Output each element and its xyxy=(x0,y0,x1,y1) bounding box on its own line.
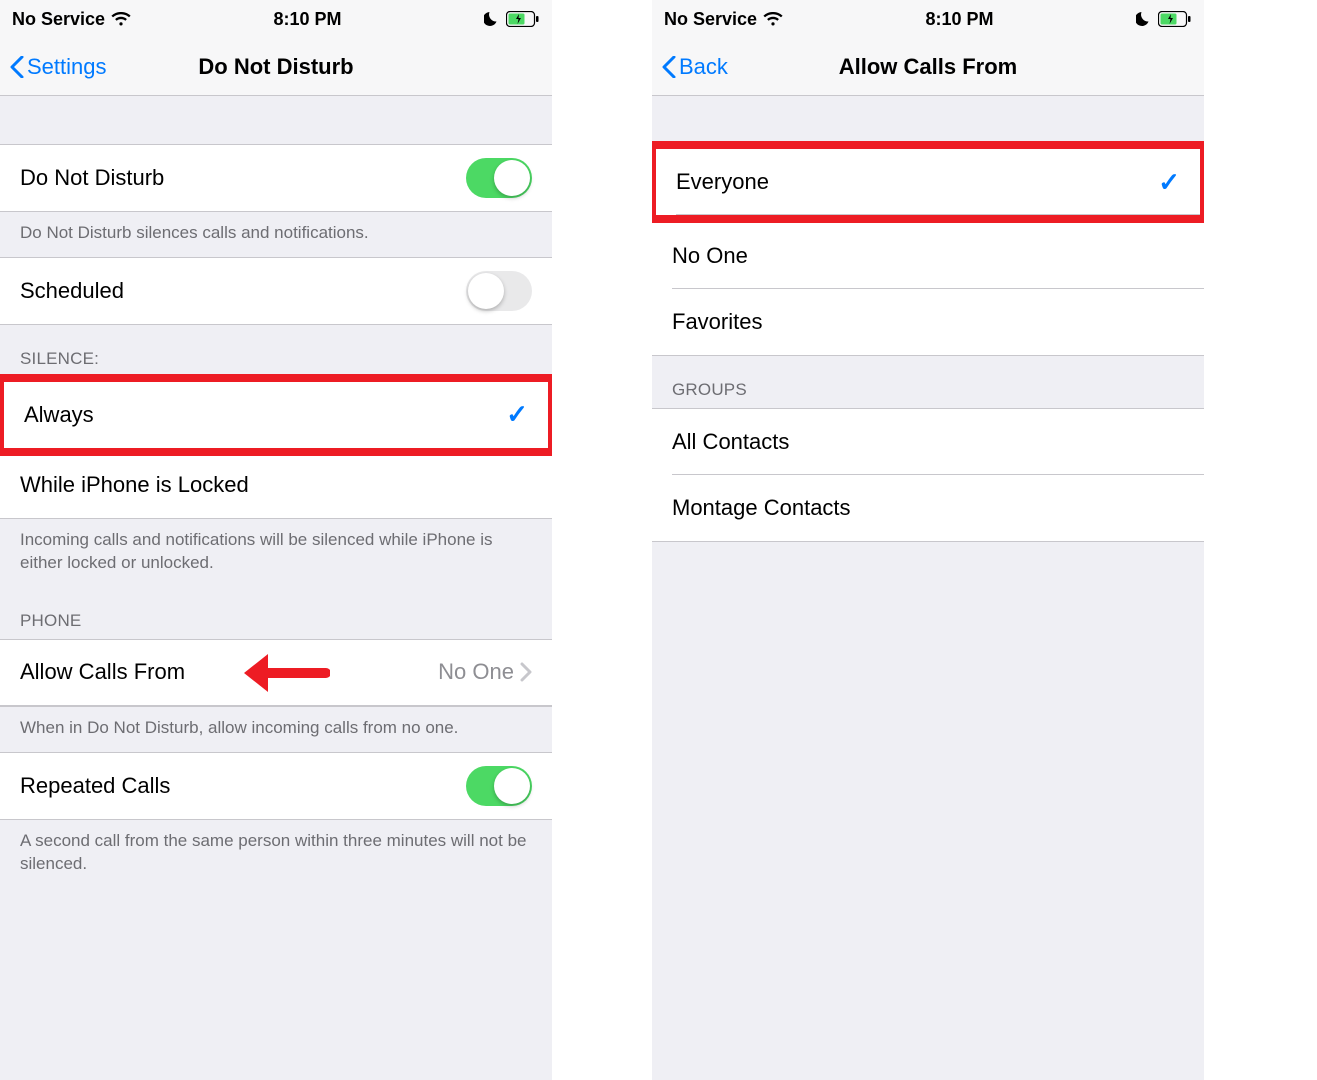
wifi-icon xyxy=(763,12,783,27)
battery-icon xyxy=(1158,11,1192,27)
allow-calls-row[interactable]: Allow Calls From No One xyxy=(0,640,552,706)
allow-calls-value: No One xyxy=(438,659,514,685)
group-montage-contacts-label: Montage Contacts xyxy=(672,495,1184,521)
allow-from-group: Everyone ✓ No One Favorites xyxy=(652,144,1204,356)
option-everyone-label: Everyone xyxy=(676,169,1158,195)
repeated-label: Repeated Calls xyxy=(20,773,466,799)
scheduled-group: Scheduled xyxy=(0,257,552,325)
dnd-group: Do Not Disturb xyxy=(0,144,552,212)
annotation-box-always: Always ✓ xyxy=(0,374,552,456)
allow-calls-label: Allow Calls From xyxy=(20,659,438,685)
group-all-contacts-label: All Contacts xyxy=(672,429,1184,455)
silence-always-label: Always xyxy=(24,402,506,428)
dnd-label: Do Not Disturb xyxy=(20,165,466,191)
status-bar: No Service 8:10 PM xyxy=(652,0,1204,38)
scheduled-row[interactable]: Scheduled xyxy=(0,258,552,324)
option-no-one-label: No One xyxy=(672,243,1184,269)
status-right xyxy=(1136,11,1192,27)
repeated-footer: A second call from the same person withi… xyxy=(0,820,552,888)
silence-group: Always ✓ While iPhone is Locked xyxy=(0,377,552,519)
group-montage-contacts[interactable]: Montage Contacts xyxy=(652,475,1204,541)
scheduled-label: Scheduled xyxy=(20,278,466,304)
option-everyone[interactable]: Everyone ✓ xyxy=(656,149,1200,215)
dnd-row[interactable]: Do Not Disturb xyxy=(0,145,552,211)
scheduled-toggle[interactable] xyxy=(466,271,532,311)
status-left: No Service xyxy=(12,9,131,30)
status-left: No Service xyxy=(664,9,783,30)
silence-footer: Incoming calls and notifications will be… xyxy=(0,519,552,587)
wifi-icon xyxy=(111,12,131,27)
moon-icon xyxy=(1136,11,1152,27)
back-label: Back xyxy=(679,54,728,80)
moon-icon xyxy=(484,11,500,27)
back-button[interactable]: Settings xyxy=(10,54,107,80)
silence-locked-label: While iPhone is Locked xyxy=(20,472,532,498)
nav-bar: Back Allow Calls From xyxy=(652,38,1204,96)
groups-list: All Contacts Montage Contacts xyxy=(652,408,1204,542)
status-time: 8:10 PM xyxy=(783,9,1136,30)
checkmark-icon: ✓ xyxy=(506,399,528,430)
group-all-contacts[interactable]: All Contacts xyxy=(652,409,1204,475)
option-favorites[interactable]: Favorites xyxy=(652,289,1204,355)
option-no-one[interactable]: No One xyxy=(652,223,1204,289)
left-phone-screen: No Service 8:10 PM Settings Do Not Distu… xyxy=(0,0,552,1080)
back-label: Settings xyxy=(27,54,107,80)
back-button[interactable]: Back xyxy=(662,54,728,80)
repeated-group: Repeated Calls xyxy=(0,752,552,820)
dnd-toggle[interactable] xyxy=(466,158,532,198)
status-service: No Service xyxy=(664,9,757,30)
dnd-footer: Do Not Disturb silences calls and notifi… xyxy=(0,212,552,257)
status-bar: No Service 8:10 PM xyxy=(0,0,552,38)
chevron-right-icon xyxy=(520,662,532,682)
annotation-box-everyone: Everyone ✓ xyxy=(652,141,1204,223)
battery-icon xyxy=(506,11,540,27)
repeated-toggle[interactable] xyxy=(466,766,532,806)
page-title: Allow Calls From xyxy=(652,54,1204,80)
spacer xyxy=(652,96,1204,144)
status-service: No Service xyxy=(12,9,105,30)
spacer xyxy=(0,96,552,144)
repeated-row[interactable]: Repeated Calls xyxy=(0,753,552,819)
allow-calls-footer: When in Do Not Disturb, allow incoming c… xyxy=(0,707,552,752)
nav-bar: Settings Do Not Disturb xyxy=(0,38,552,96)
silence-option-locked[interactable]: While iPhone is Locked xyxy=(0,452,552,518)
chevron-left-icon xyxy=(10,56,25,78)
option-favorites-label: Favorites xyxy=(672,309,1184,335)
chevron-left-icon xyxy=(662,56,677,78)
allow-calls-group: Allow Calls From No One xyxy=(0,639,552,707)
status-right xyxy=(484,11,540,27)
checkmark-icon: ✓ xyxy=(1158,167,1180,198)
phone-header: PHONE xyxy=(0,587,552,639)
status-time: 8:10 PM xyxy=(131,9,484,30)
right-phone-screen: No Service 8:10 PM Back Allow Calls From xyxy=(652,0,1204,1080)
groups-header: GROUPS xyxy=(652,356,1204,408)
silence-header: SILENCE: xyxy=(0,325,552,377)
silence-option-always[interactable]: Always ✓ xyxy=(4,382,548,448)
